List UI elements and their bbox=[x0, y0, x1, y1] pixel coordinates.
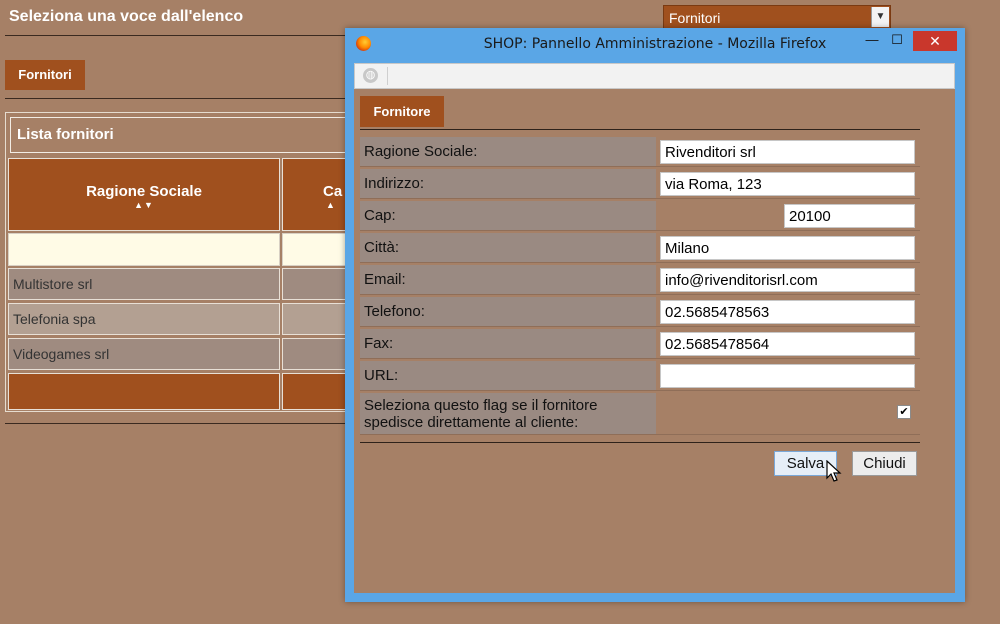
field-label: Città: bbox=[360, 233, 656, 262]
mouse-cursor-icon bbox=[826, 460, 842, 482]
column-header-ragione-sociale[interactable]: Ragione Sociale ▲▼ bbox=[8, 158, 280, 231]
field-label: Seleziona questo flag se il fornitore sp… bbox=[360, 393, 656, 434]
field-label: Fax: bbox=[360, 329, 656, 358]
maximize-button[interactable]: ☐ bbox=[885, 31, 909, 51]
list-footer bbox=[8, 373, 280, 410]
direct-shipping-checkbox[interactable]: ✔ bbox=[897, 405, 911, 419]
form-row-flag: Seleziona questo flag se il fornitore sp… bbox=[360, 393, 920, 435]
form-row-url: URL: bbox=[360, 361, 920, 391]
divider bbox=[5, 98, 360, 99]
ragione-sociale-input[interactable]: Rivenditori srl bbox=[660, 140, 915, 164]
minimize-button[interactable]: — bbox=[860, 31, 884, 51]
column-label: Ragione Sociale bbox=[86, 183, 202, 200]
tab-fornitori[interactable]: Fornitori bbox=[5, 60, 85, 90]
filter-input-ragione-sociale[interactable] bbox=[8, 233, 280, 266]
divider bbox=[5, 423, 360, 424]
fax-input[interactable]: 02.5685478564 bbox=[660, 332, 915, 356]
list-item[interactable]: Multistore srl bbox=[8, 268, 280, 300]
divider bbox=[360, 129, 920, 130]
list-title: Lista fornitori bbox=[10, 117, 360, 153]
list-item[interactable]: Videogames srl bbox=[8, 338, 280, 370]
section-select-value: Fornitori bbox=[669, 10, 721, 26]
form-row-fax: Fax: 02.5685478564 bbox=[360, 329, 920, 359]
indirizzo-input[interactable]: via Roma, 123 bbox=[660, 172, 915, 196]
form-row-citta: Città: Milano bbox=[360, 233, 920, 263]
field-label: Cap: bbox=[360, 201, 656, 230]
section-select[interactable]: Fornitori ▼ bbox=[663, 5, 891, 29]
tab-fornitore[interactable]: Fornitore bbox=[360, 96, 444, 127]
field-label: URL: bbox=[360, 361, 656, 390]
divider bbox=[5, 35, 360, 36]
close-window-button[interactable]: ✕ bbox=[913, 31, 957, 51]
field-label: Ragione Sociale: bbox=[360, 137, 656, 166]
form-row-ragione-sociale: Ragione Sociale: Rivenditori srl bbox=[360, 137, 920, 167]
form-row-email: Email: info@rivenditorisrl.com bbox=[360, 265, 920, 295]
list-item[interactable]: Telefonia spa bbox=[8, 303, 280, 335]
form-row-cap: Cap: 20100 bbox=[360, 201, 920, 231]
form-row-telefono: Telefono: 02.5685478563 bbox=[360, 297, 920, 327]
field-label: Indirizzo: bbox=[360, 169, 656, 198]
field-label: Email: bbox=[360, 265, 656, 294]
url-input[interactable] bbox=[660, 364, 915, 388]
sort-arrows-icon[interactable]: ▲▼ bbox=[9, 200, 279, 210]
page-title: Seleziona una voce dall'elenco bbox=[9, 8, 244, 25]
form-row-indirizzo: Indirizzo: via Roma, 123 bbox=[360, 169, 920, 199]
url-separator bbox=[387, 67, 388, 85]
firefox-popup-window: SHOP: Pannello Amministrazione - Mozilla… bbox=[345, 28, 965, 602]
cap-input[interactable]: 20100 bbox=[784, 204, 915, 228]
telefono-input[interactable]: 02.5685478563 bbox=[660, 300, 915, 324]
close-button[interactable]: Chiudi bbox=[852, 451, 917, 476]
email-field[interactable]: info@rivenditorisrl.com bbox=[660, 268, 915, 292]
divider bbox=[360, 442, 920, 443]
popup-content: Fornitore Ragione Sociale: Rivenditori s… bbox=[354, 89, 955, 593]
field-label: Telefono: bbox=[360, 297, 656, 326]
title-bar[interactable]: SHOP: Pannello Amministrazione - Mozilla… bbox=[345, 28, 965, 58]
chevron-down-icon[interactable]: ▼ bbox=[871, 7, 889, 27]
url-bar[interactable]: ◍ bbox=[354, 63, 955, 89]
globe-icon: ◍ bbox=[363, 68, 378, 83]
citta-input[interactable]: Milano bbox=[660, 236, 915, 260]
